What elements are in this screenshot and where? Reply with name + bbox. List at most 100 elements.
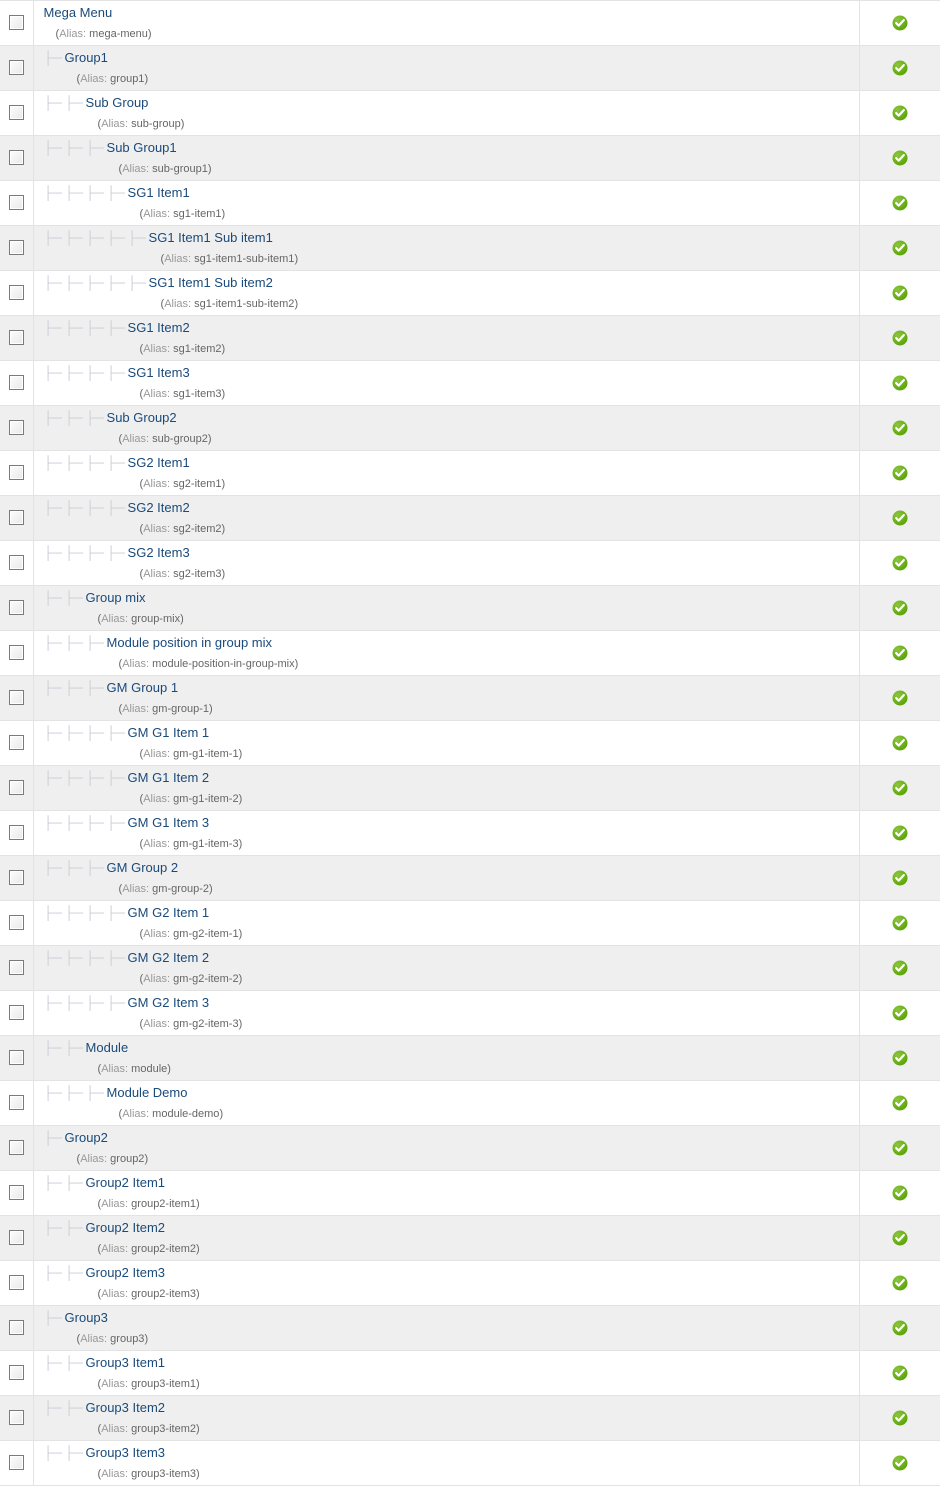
menu-item-link[interactable]: Group mix	[86, 590, 146, 605]
row-checkbox[interactable]	[8, 1005, 24, 1021]
published-check-icon[interactable]	[892, 240, 908, 256]
menu-item-link[interactable]: Sub Group2	[107, 410, 177, 425]
menu-item-link[interactable]: Sub Group1	[107, 140, 177, 155]
row-checkbox[interactable]	[8, 420, 24, 436]
row-checkbox[interactable]	[8, 1320, 24, 1336]
row-checkbox[interactable]	[8, 1230, 24, 1246]
published-check-icon[interactable]	[892, 1410, 908, 1426]
published-check-icon[interactable]	[892, 1275, 908, 1291]
published-check-icon[interactable]	[892, 1005, 908, 1021]
row-checkbox[interactable]	[8, 600, 24, 616]
published-check-icon[interactable]	[892, 1185, 908, 1201]
published-check-icon[interactable]	[892, 600, 908, 616]
row-checkbox[interactable]	[8, 915, 24, 931]
menu-item-link[interactable]: GM Group 1	[107, 680, 179, 695]
row-checkbox[interactable]	[8, 150, 24, 166]
menu-item-link[interactable]: SG2 Item1	[128, 455, 190, 470]
row-checkbox[interactable]	[8, 1140, 24, 1156]
published-check-icon[interactable]	[892, 960, 908, 976]
menu-item-link[interactable]: Group2	[65, 1130, 108, 1145]
menu-item-link[interactable]: SG1 Item1 Sub item1	[149, 230, 273, 245]
row-checkbox[interactable]	[8, 825, 24, 841]
published-check-icon[interactable]	[892, 195, 908, 211]
published-check-icon[interactable]	[892, 510, 908, 526]
row-checkbox[interactable]	[8, 1050, 24, 1066]
row-checkbox[interactable]	[8, 780, 24, 796]
published-check-icon[interactable]	[892, 915, 908, 931]
menu-item-link[interactable]: SG2 Item3	[128, 545, 190, 560]
row-checkbox[interactable]	[8, 1365, 24, 1381]
published-check-icon[interactable]	[892, 375, 908, 391]
published-check-icon[interactable]	[892, 555, 908, 571]
menu-item-link[interactable]: Sub Group	[86, 95, 149, 110]
published-check-icon[interactable]	[892, 1230, 908, 1246]
menu-item-link[interactable]: GM G1 Item 1	[128, 725, 210, 740]
menu-item-link[interactable]: Group3 Item2	[86, 1400, 166, 1415]
published-check-icon[interactable]	[892, 15, 908, 31]
row-checkbox[interactable]	[8, 1455, 24, 1471]
menu-item-link[interactable]: Group3 Item1	[86, 1355, 166, 1370]
menu-item-link[interactable]: GM G2 Item 3	[128, 995, 210, 1010]
published-check-icon[interactable]	[892, 105, 908, 121]
row-checkbox[interactable]	[8, 690, 24, 706]
menu-item-link[interactable]: Module	[86, 1040, 129, 1055]
published-check-icon[interactable]	[892, 285, 908, 301]
published-check-icon[interactable]	[892, 1320, 908, 1336]
published-check-icon[interactable]	[892, 465, 908, 481]
menu-item-link[interactable]: Group2 Item2	[86, 1220, 166, 1235]
menu-item-link[interactable]: GM G1 Item 2	[128, 770, 210, 785]
row-checkbox[interactable]	[8, 15, 24, 31]
alias-value: gm-g1-item-2	[173, 793, 239, 805]
row-checkbox[interactable]	[8, 555, 24, 571]
row-checkbox[interactable]	[8, 960, 24, 976]
published-check-icon[interactable]	[892, 1050, 908, 1066]
menu-item-link[interactable]: Mega Menu	[44, 5, 113, 20]
menu-item-link[interactable]: Group2 Item1	[86, 1175, 166, 1190]
menu-item-link[interactable]: GM G2 Item 2	[128, 950, 210, 965]
published-check-icon[interactable]	[892, 870, 908, 886]
menu-item-link[interactable]: Group3	[65, 1310, 108, 1325]
menu-item-link[interactable]: SG1 Item1 Sub item2	[149, 275, 273, 290]
row-checkbox[interactable]	[8, 240, 24, 256]
published-check-icon[interactable]	[892, 645, 908, 661]
menu-item-link[interactable]: SG2 Item2	[128, 500, 190, 515]
menu-item-link[interactable]: SG1 Item3	[128, 365, 190, 380]
published-check-icon[interactable]	[892, 1365, 908, 1381]
row-checkbox[interactable]	[8, 375, 24, 391]
menu-item-link[interactable]: Module Demo	[107, 1085, 188, 1100]
published-check-icon[interactable]	[892, 1455, 908, 1471]
published-check-icon[interactable]	[892, 1140, 908, 1156]
row-checkbox[interactable]	[8, 465, 24, 481]
menu-item-link[interactable]: Group1	[65, 50, 108, 65]
row-checkbox[interactable]	[8, 645, 24, 661]
published-check-icon[interactable]	[892, 330, 908, 346]
row-checkbox[interactable]	[8, 1410, 24, 1426]
menu-item-link[interactable]: Module position in group mix	[107, 635, 272, 650]
row-checkbox[interactable]	[8, 1185, 24, 1201]
published-check-icon[interactable]	[892, 690, 908, 706]
row-checkbox[interactable]	[8, 735, 24, 751]
published-check-icon[interactable]	[892, 60, 908, 76]
row-checkbox[interactable]	[8, 105, 24, 121]
menu-item-link[interactable]: Group3 Item3	[86, 1445, 166, 1460]
published-check-icon[interactable]	[892, 780, 908, 796]
menu-item-link[interactable]: GM G1 Item 3	[128, 815, 210, 830]
published-check-icon[interactable]	[892, 420, 908, 436]
menu-item-link[interactable]: SG1 Item1	[128, 185, 190, 200]
menu-item-link[interactable]: SG1 Item2	[128, 320, 190, 335]
row-checkbox[interactable]	[8, 1275, 24, 1291]
menu-item-link[interactable]: GM G2 Item 1	[128, 905, 210, 920]
row-checkbox[interactable]	[8, 870, 24, 886]
row-checkbox[interactable]	[8, 1095, 24, 1111]
row-checkbox[interactable]	[8, 510, 24, 526]
menu-item-link[interactable]: GM Group 2	[107, 860, 179, 875]
row-checkbox[interactable]	[8, 195, 24, 211]
row-checkbox[interactable]	[8, 60, 24, 76]
row-checkbox[interactable]	[8, 285, 24, 301]
published-check-icon[interactable]	[892, 1095, 908, 1111]
published-check-icon[interactable]	[892, 150, 908, 166]
menu-item-link[interactable]: Group2 Item3	[86, 1265, 166, 1280]
published-check-icon[interactable]	[892, 735, 908, 751]
row-checkbox[interactable]	[8, 330, 24, 346]
published-check-icon[interactable]	[892, 825, 908, 841]
